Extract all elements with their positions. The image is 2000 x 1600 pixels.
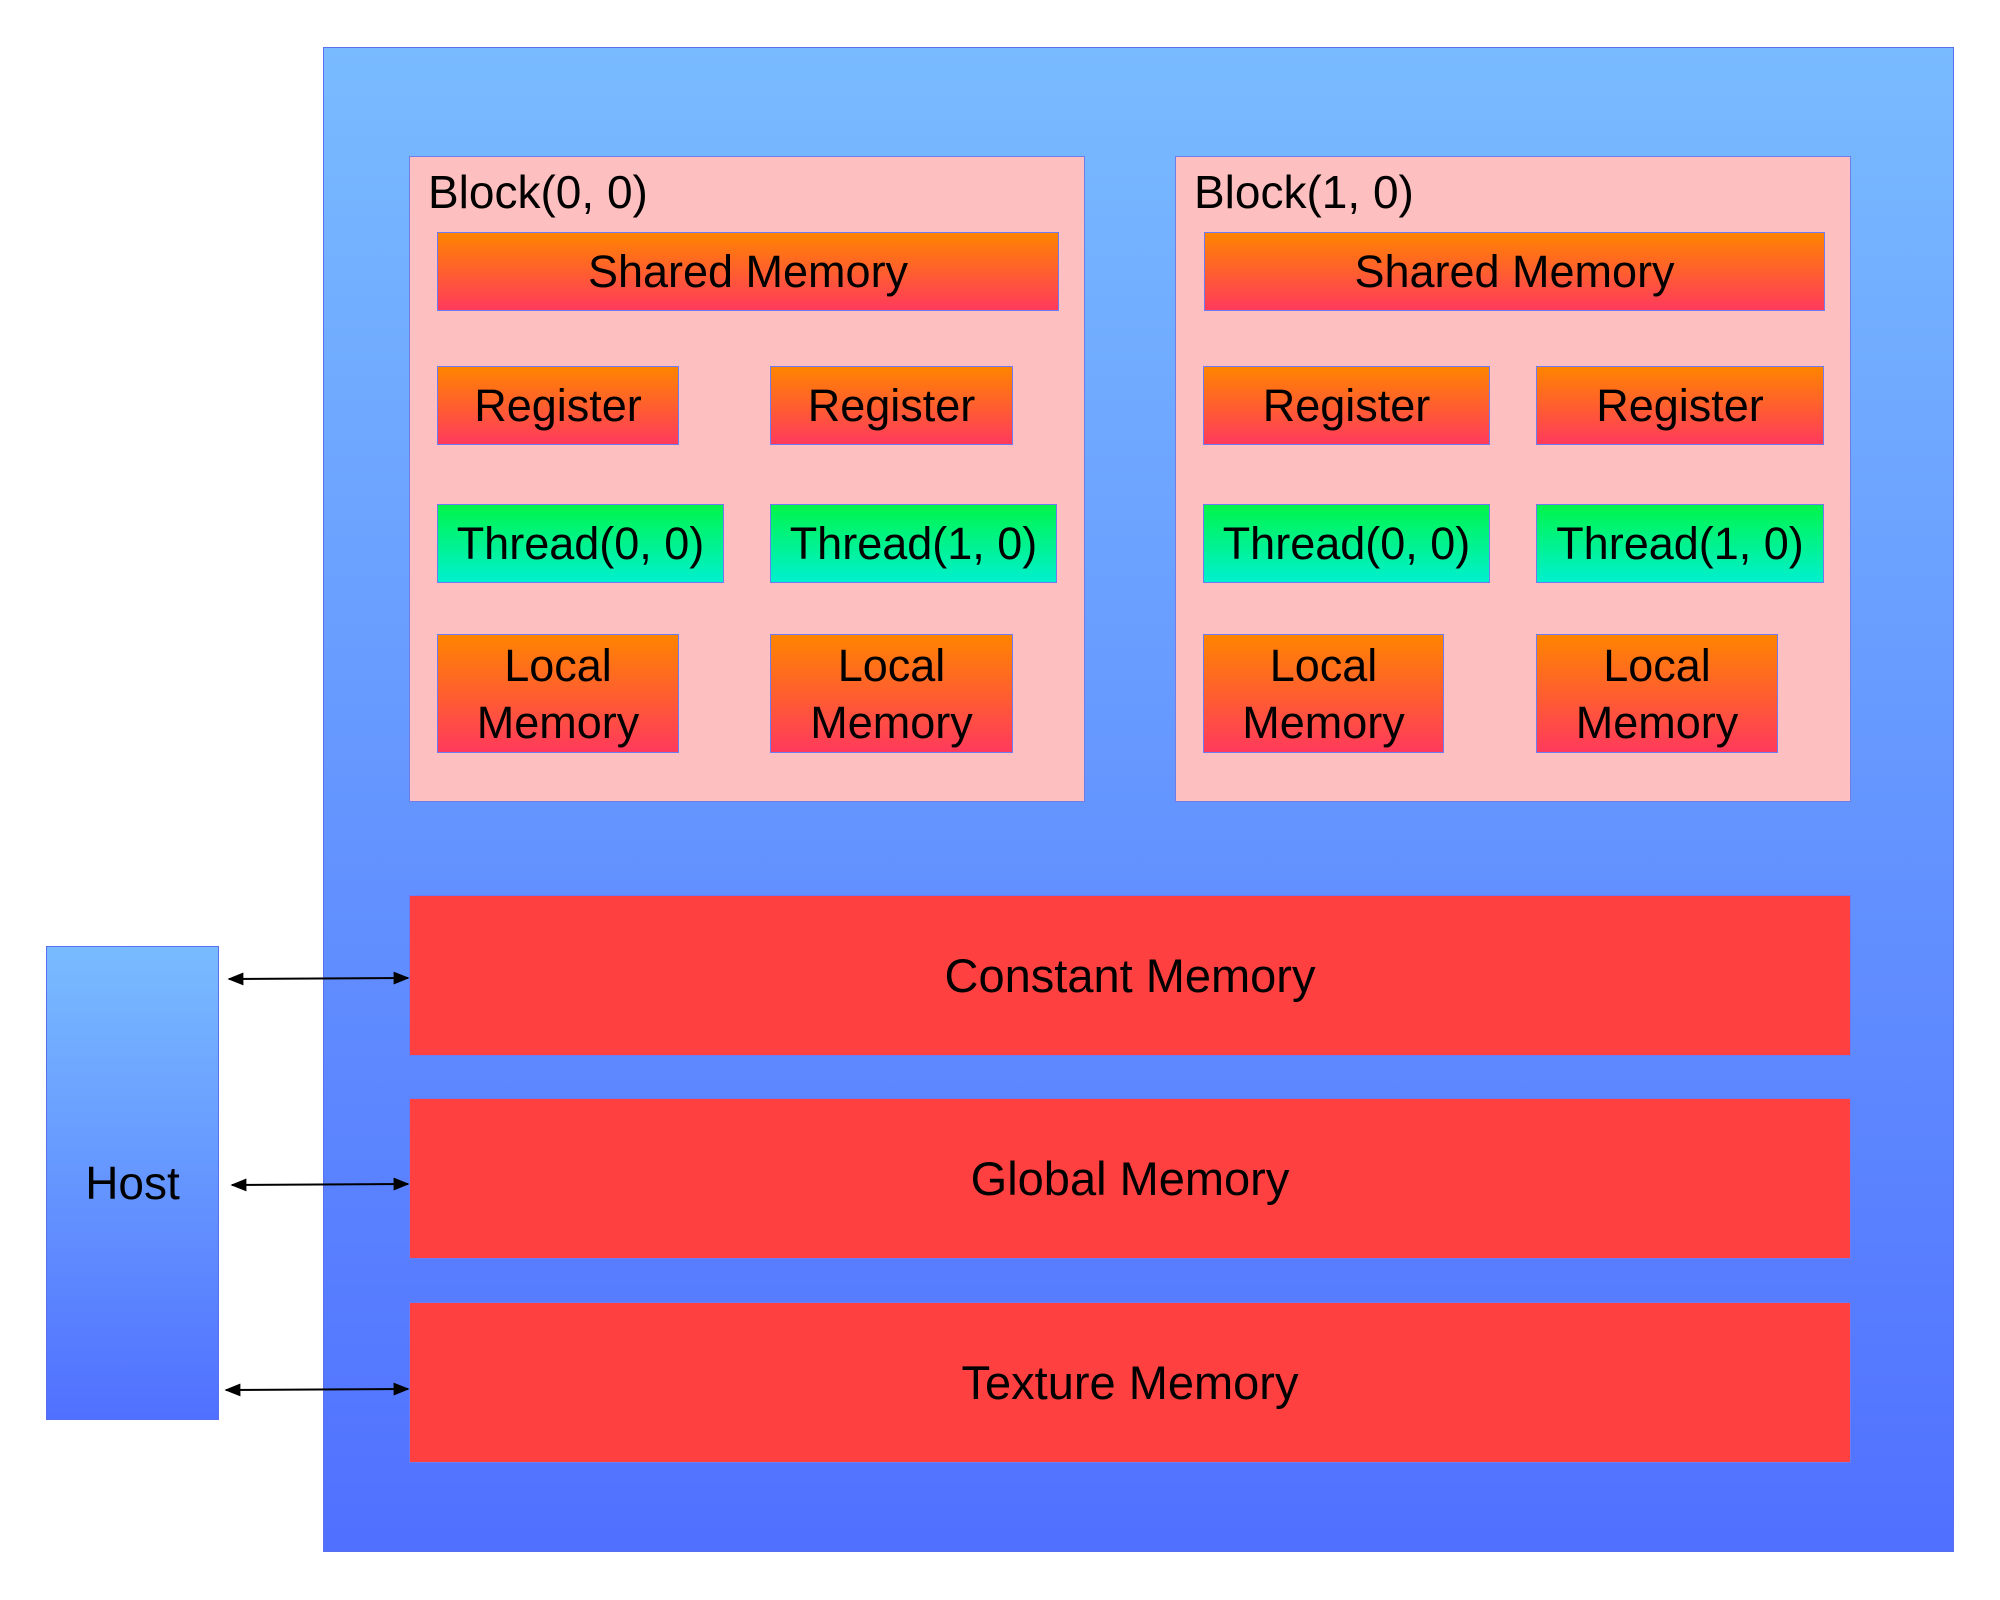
arrows-layer: [224, 971, 410, 1397]
bidirectional-arrow: [224, 1382, 410, 1397]
bidirectional-arrow: [227, 971, 410, 986]
bidirectional-arrow: [230, 1177, 410, 1192]
